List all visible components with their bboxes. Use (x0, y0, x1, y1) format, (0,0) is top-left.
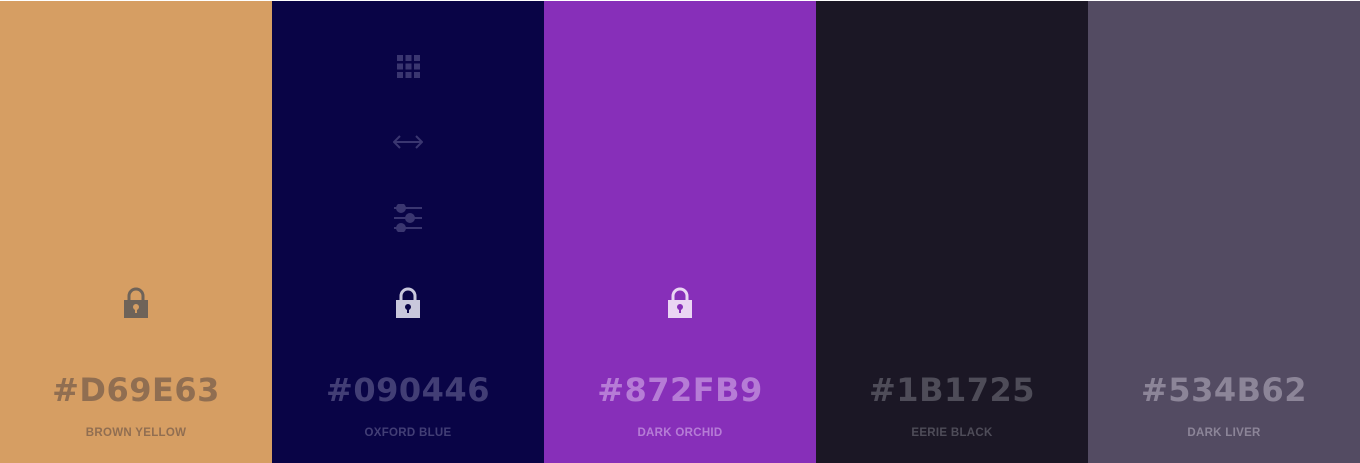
lock-button[interactable] (667, 287, 693, 319)
arrows-horizontal-button[interactable] (392, 129, 424, 159)
lock-icon (396, 287, 420, 318)
column-tools (272, 53, 544, 281)
color-column[interactable]: #090446 OXFORD BLUE (272, 1, 544, 463)
sliders-button[interactable] (393, 202, 423, 237)
grid-button[interactable] (393, 53, 423, 83)
lock-button[interactable] (123, 287, 149, 319)
color-column[interactable]: #534B62 DARK LIVER (1088, 1, 1360, 463)
sliders-icon (393, 202, 423, 237)
color-name: DARK LIVER (1187, 427, 1261, 439)
lock-icon (124, 287, 148, 318)
arrows-horizontal-icon (392, 134, 424, 155)
color-column[interactable]: #872FB9 DARK ORCHID (544, 1, 816, 463)
hex-code[interactable]: #872FB9 (544, 371, 816, 409)
hex-code[interactable]: #090446 (272, 371, 544, 409)
color-name: EERIE BLACK (911, 427, 993, 439)
hex-code[interactable]: #1B1725 (816, 371, 1088, 409)
palette: #D69E63 BROWN YELLOW #090446 OXFORD BLUE #87… (0, 0, 1360, 463)
hex-code[interactable]: #534B62 (1088, 371, 1360, 409)
color-column[interactable]: #1B1725 EERIE BLACK (816, 1, 1088, 463)
lock-button[interactable] (395, 287, 421, 319)
color-name: DARK ORCHID (637, 427, 723, 439)
color-name: BROWN YELLOW (85, 427, 187, 439)
color-name: OXFORD BLUE (364, 427, 452, 439)
grid-icon (396, 54, 420, 83)
color-column[interactable]: #D69E63 BROWN YELLOW (0, 1, 272, 463)
lock-icon (668, 287, 692, 318)
hex-code[interactable]: #D69E63 (0, 371, 272, 409)
